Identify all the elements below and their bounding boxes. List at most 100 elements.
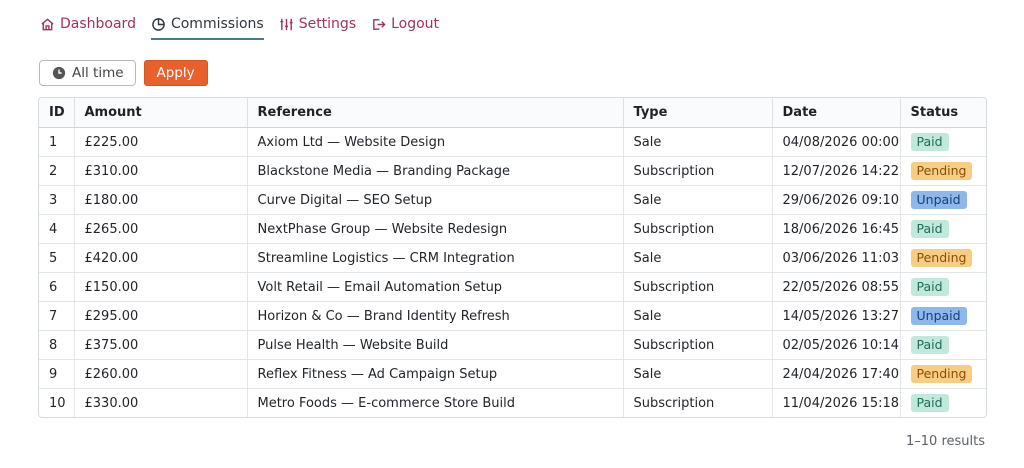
table-row[interactable]: 8 £375.00 Pulse Health — Website Build Subs… — [39, 330, 986, 360]
cell-amount: £265.00 — [74, 214, 248, 244]
table-row[interactable]: 2 £310.00 Blackstone Media — Branding Pack… — [39, 156, 986, 186]
cell-date: 24/04/2026 17:40 — [772, 359, 901, 389]
nav-label: Logout — [391, 16, 440, 32]
status-badge: Pending — [910, 365, 973, 383]
column-header-type[interactable]: Type — [623, 98, 773, 128]
cell-reference: Reflex Fitness — Ad Campaign Setup — [247, 359, 624, 389]
cell-id: 7 — [39, 301, 75, 331]
nav-logout[interactable]: Logout — [371, 14, 439, 40]
cell-amount: £310.00 — [74, 156, 248, 186]
cell-type: Sale — [623, 301, 773, 331]
cell-id: 1 — [39, 127, 75, 157]
cell-reference: Volt Retail — Email Automation Setup — [247, 272, 624, 302]
cell-date: 03/06/2026 11:03 — [772, 243, 901, 273]
status-badge: Paid — [910, 278, 949, 296]
cell-amount: £150.00 — [74, 272, 248, 302]
cell-reference: Metro Foods — E-commerce Store Build — [247, 388, 624, 417]
home-icon — [40, 17, 55, 32]
cell-amount: £180.00 — [74, 185, 248, 215]
table-row[interactable]: 5 £420.00 Streamline Logistics — CRM Integ… — [39, 243, 986, 273]
cell-date: 04/08/2026 00:00 — [772, 127, 901, 157]
column-header-reference[interactable]: Reference — [247, 98, 624, 128]
column-header-date[interactable]: Date — [772, 98, 901, 128]
cell-type: Sale — [623, 243, 773, 273]
pie-chart-icon — [151, 17, 166, 32]
status-badge: Paid — [910, 133, 949, 151]
date-range-label: All time — [72, 65, 124, 81]
cell-type: Sale — [623, 127, 773, 157]
results-count: 1–10 results — [906, 434, 985, 449]
nav-label: Dashboard — [60, 16, 136, 32]
cell-amount: £330.00 — [74, 388, 248, 417]
cell-id: 3 — [39, 185, 75, 215]
cell-id: 10 — [39, 388, 75, 417]
cell-date: 12/07/2026 14:22 — [772, 156, 901, 186]
column-header-amount[interactable]: Amount — [74, 98, 248, 128]
table-header-row: ID Amount Reference Type Date Status — [39, 98, 986, 128]
table-row[interactable]: 9 £260.00 Reflex Fitness — Ad Campaign Set… — [39, 359, 986, 389]
table-row[interactable]: 10 £330.00 Metro Foods — E-commerce Store … — [39, 388, 986, 418]
cell-reference: Horizon & Co — Brand Identity Refresh — [247, 301, 624, 331]
table-body: 1 £225.00 Axiom Ltd — Website Design Sale 04… — [39, 127, 986, 418]
apply-button[interactable]: Apply — [143, 60, 208, 86]
cell-date: 02/05/2026 10:14 — [772, 330, 901, 360]
cell-id: 6 — [39, 272, 75, 302]
cell-status: Pending — [900, 359, 986, 389]
nav-label: Settings — [298, 16, 357, 32]
table-row[interactable]: 4 £265.00 NextPhase Group — Website Redesi… — [39, 214, 986, 244]
cell-status: Pending — [900, 243, 986, 273]
status-badge: Unpaid — [910, 191, 967, 209]
filter-bar: All time Apply — [39, 60, 208, 86]
cell-type: Subscription — [623, 156, 773, 186]
status-badge: Paid — [910, 394, 949, 412]
cell-date: 11/04/2026 15:18 — [772, 388, 901, 417]
cell-date: 18/06/2026 16:45 — [772, 214, 901, 244]
cell-amount: £420.00 — [74, 243, 248, 273]
status-badge: Pending — [910, 249, 973, 267]
nav-dashboard[interactable]: Dashboard — [40, 14, 136, 40]
cell-type: Subscription — [623, 330, 773, 360]
cell-amount: £295.00 — [74, 301, 248, 331]
cell-amount: £375.00 — [74, 330, 248, 360]
cell-type: Sale — [623, 359, 773, 389]
cell-reference: Curve Digital — SEO Setup — [247, 185, 624, 215]
status-badge: Paid — [910, 220, 949, 238]
clock-icon — [52, 66, 66, 80]
date-range-button[interactable]: All time — [39, 60, 136, 86]
nav-commissions[interactable]: Commissions — [150, 14, 264, 40]
nav-settings[interactable]: Settings — [279, 14, 356, 40]
cell-status: Unpaid — [900, 301, 986, 331]
cell-amount: £260.00 — [74, 359, 248, 389]
cell-status: Paid — [900, 127, 986, 157]
table-row[interactable]: 3 £180.00 Curve Digital — SEO Setup Sale 29/… — [39, 185, 986, 215]
status-badge: Paid — [910, 336, 949, 354]
cell-id: 8 — [39, 330, 75, 360]
cell-date: 14/05/2026 13:27 — [772, 301, 901, 331]
cell-status: Paid — [900, 389, 986, 418]
cell-type: Sale — [623, 185, 773, 215]
table-row[interactable]: 1 £225.00 Axiom Ltd — Website Design Sale 04… — [39, 127, 986, 157]
cell-date: 29/06/2026 09:10 — [772, 185, 901, 215]
cell-status: Unpaid — [900, 185, 986, 215]
logout-icon — [371, 17, 386, 32]
cell-status: Paid — [900, 272, 986, 302]
cell-status: Paid — [900, 330, 986, 360]
column-header-status[interactable]: Status — [900, 98, 986, 128]
cell-id: 5 — [39, 243, 75, 273]
cell-type: Subscription — [623, 214, 773, 244]
cell-status: Pending — [900, 156, 986, 186]
status-badge: Pending — [910, 162, 973, 180]
cell-reference: Streamline Logistics — CRM Integration — [247, 243, 624, 273]
cell-id: 9 — [39, 359, 75, 389]
table-row[interactable]: 7 £295.00 Horizon & Co — Brand Identity Re… — [39, 301, 986, 331]
cell-date: 22/05/2026 08:55 — [772, 272, 901, 302]
cell-reference: Pulse Health — Website Build — [247, 330, 624, 360]
cell-id: 2 — [39, 156, 75, 186]
nav-label: Commissions — [170, 16, 264, 32]
column-header-id[interactable]: ID — [39, 98, 75, 128]
cell-id: 4 — [39, 214, 75, 244]
table-row[interactable]: 6 £150.00 Volt Retail — Email Automation S… — [39, 272, 986, 302]
cell-reference: Blackstone Media — Branding Package — [247, 156, 624, 186]
sliders-icon — [279, 17, 294, 32]
cell-reference: Axiom Ltd — Website Design — [247, 127, 624, 157]
